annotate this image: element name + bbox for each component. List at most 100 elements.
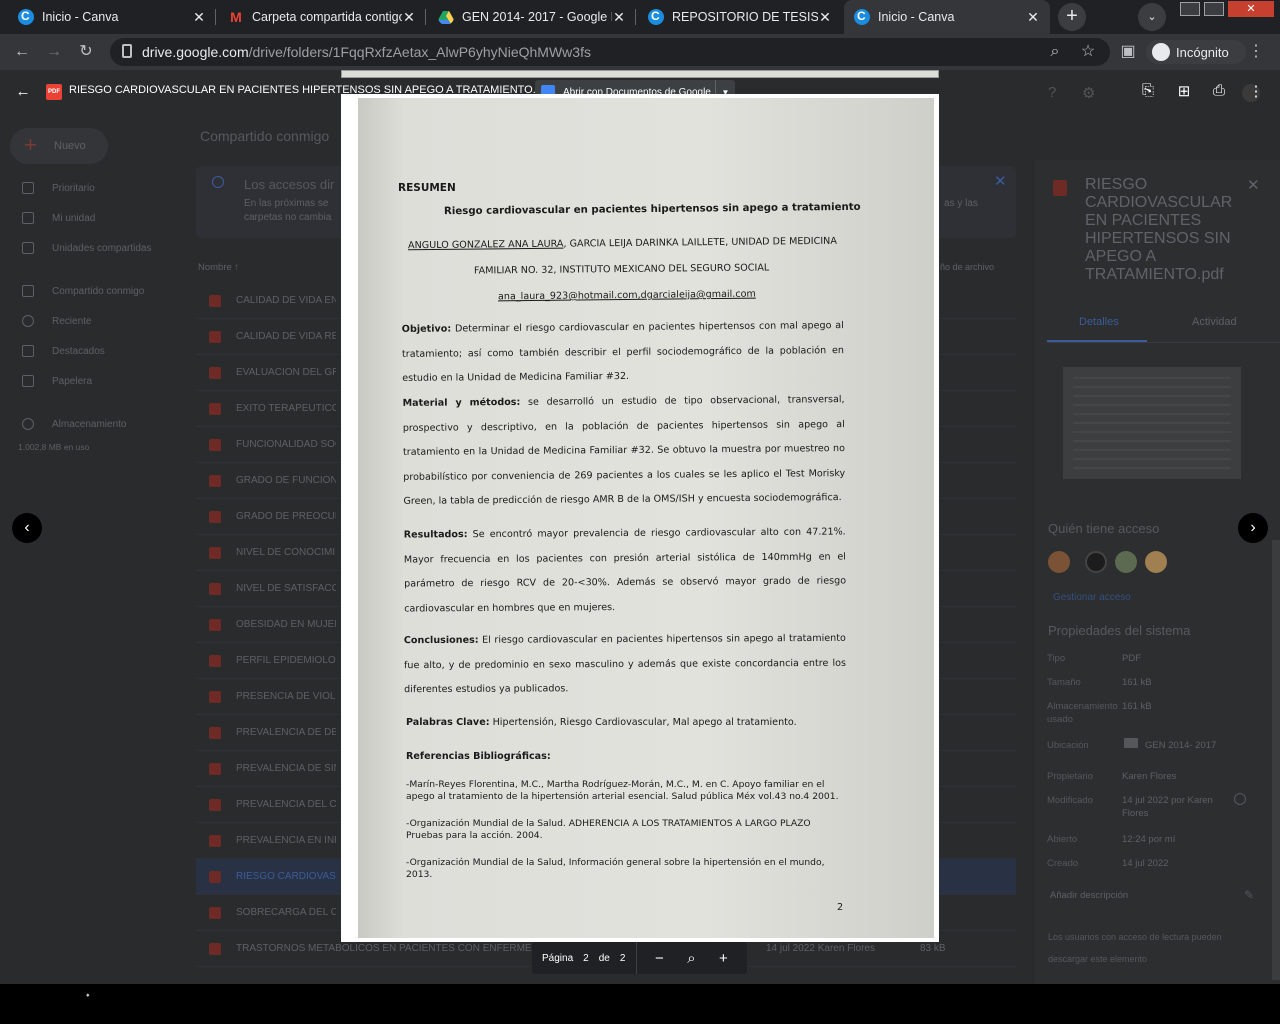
nav-item-papelera[interactable]: Papelera [22, 375, 92, 387]
zoom-in-button[interactable]: + [712, 950, 734, 967]
pdf-file-icon [209, 763, 221, 775]
zoom-out-button[interactable]: − [648, 950, 670, 967]
add-comment-icon[interactable]: ⊞ [1173, 82, 1195, 100]
nav-item-compartido-conmigo[interactable]: Compartido conmigo [22, 285, 144, 297]
doc-objetivo: Objetivo: Determinar el riesgo cardiovas… [402, 314, 845, 391]
print-icon[interactable]: ⎙ [1208, 82, 1230, 99]
close-icon[interactable]: ✕ [192, 9, 206, 26]
pdf-file-icon [209, 295, 221, 307]
browser-tab[interactable]: Inicio - Canva ✕ [8, 0, 216, 34]
url-host: drive.google.com [142, 44, 249, 60]
tab-search-button[interactable]: ⌄ [1138, 3, 1166, 31]
close-icon[interactable]: ✕ [1026, 9, 1040, 26]
doc-material: Material y métodos: se desarrolló un est… [402, 388, 846, 514]
property-label: Abierto [1047, 834, 1078, 845]
zoom-icon[interactable]: ⌕ [1043, 42, 1067, 62]
property-value: 14 jul 2022 por Karen Flores [1122, 795, 1213, 819]
browser-tab[interactable]: M Carpeta compartida contigo ✕ [218, 0, 426, 34]
tab-activity[interactable]: Actividad [1192, 316, 1237, 328]
nav-label: Papelera [52, 375, 93, 387]
zoom-icon[interactable]: ⌕ [680, 950, 702, 967]
avatar[interactable] [1145, 551, 1167, 573]
close-window-button[interactable]: ✕ [1228, 1, 1274, 17]
add-description[interactable]: Añadir descripción [1050, 890, 1128, 901]
address-bar[interactable]: drive.google.com/drive/folders/1FqqRxfzA… [110, 38, 1110, 66]
nav-item-reciente[interactable]: Reciente [22, 315, 91, 327]
nav-item-unidades-compartidas[interactable]: Unidades compartidas [22, 242, 152, 254]
pdf-file-icon [209, 871, 221, 883]
nav-item-destacados[interactable]: Destacados [22, 345, 105, 357]
property-value: Karen Flores [1122, 771, 1177, 782]
doc-reference: -Organización Mundial de la Salud, Infor… [406, 857, 825, 880]
page-current-input[interactable]: 2 [583, 953, 589, 964]
forward-icon[interactable]: → [42, 42, 66, 62]
history-icon[interactable] [1234, 793, 1246, 805]
banner-text: En las próximas se [244, 198, 329, 209]
reload-icon[interactable]: ↻ [74, 42, 98, 62]
avatar[interactable] [1048, 551, 1070, 573]
nav-label: Destacados [52, 345, 105, 357]
nav-item-prioritario[interactable]: Prioritario [22, 182, 95, 194]
banner-close-icon[interactable]: ✕ [994, 172, 1007, 190]
file-name: EXITO TERAPEUTICO C [236, 403, 336, 414]
property-label: Propietario [1047, 771, 1093, 782]
close-icon[interactable]: ✕ [612, 9, 626, 26]
file-name: PERFIL EPIDEMIOLOGI [236, 655, 336, 666]
bookmark-star-icon[interactable]: ☆ [1076, 42, 1100, 62]
chevron-left-icon: ‹ [24, 519, 30, 536]
pdf-file-icon [209, 943, 221, 955]
pdf-file-icon [209, 799, 221, 811]
tab-details[interactable]: Detalles [1079, 316, 1119, 328]
incognito-indicator[interactable]: Incógnito [1146, 40, 1246, 64]
help-icon[interactable]: ? [1048, 84, 1056, 101]
browser-tab-active[interactable]: Inicio - Canva ✕ [844, 0, 1050, 34]
doc-palabras-text: Hipertensión, Riesgo Cardiovascular, Mal… [489, 717, 797, 728]
scrollbar[interactable] [1272, 540, 1280, 980]
settings-gear-icon[interactable]: ⚙ [1082, 84, 1095, 102]
previous-file-button[interactable]: ‹ [12, 513, 42, 543]
column-name-header[interactable]: Nombre ↑ [198, 262, 239, 273]
browser-tab[interactable]: REPOSITORIO DE TESIS UM ✕ [638, 0, 842, 34]
tab-label: Carpeta compartida contigo [252, 10, 402, 24]
manage-access-link[interactable]: Gestionar acceso [1053, 592, 1131, 603]
back-icon[interactable]: ← [10, 42, 34, 62]
next-file-button[interactable]: › [1238, 513, 1268, 543]
new-button[interactable]: + Nuevo [10, 128, 108, 164]
restore-button[interactable] [1204, 2, 1224, 16]
file-thumbnail [1063, 367, 1241, 479]
pencil-icon[interactable]: ✎ [1244, 888, 1254, 902]
nav-label: Prioritario [52, 182, 95, 194]
nav-item-mi-unidad[interactable]: Mi unidad [22, 212, 95, 224]
browser-tab[interactable]: GEN 2014- 2017 - Google D ✕ [428, 0, 636, 34]
close-icon[interactable]: ✕ [402, 9, 416, 26]
column-size-header[interactable]: ño de archivo [940, 262, 994, 272]
doc-page-number: 2 [837, 902, 844, 913]
property-value: 12:24 por mí [1122, 834, 1176, 845]
avatar[interactable] [1085, 551, 1107, 573]
minimize-button[interactable] [1180, 2, 1200, 16]
doc-authors-rest: , GARCIA LEIJA DARINKA LAILLETE, UNIDAD … [563, 235, 837, 250]
more-options-icon[interactable]: ⋮ [1245, 82, 1267, 100]
new-tab-button[interactable]: + [1058, 3, 1086, 31]
side-panel-icon[interactable]: ▣ [1116, 42, 1140, 62]
nav-item-almacenamiento[interactable]: Almacenamiento [22, 418, 126, 430]
divider [1047, 342, 1280, 343]
file-name: PREVALENCIA EN INFE [236, 835, 336, 846]
property-value: PDF [1122, 653, 1141, 664]
file-name: GRADO DE PREOCUPAC [236, 511, 336, 522]
pdf-file-icon [209, 727, 221, 739]
file-name: PREVALENCIA DE SINT [236, 763, 336, 774]
browser-menu-icon[interactable]: ⋮ [1244, 42, 1268, 62]
doc-affiliation: FAMILIAR NO. 32, INSTITUTO MEXICANO DEL … [473, 262, 770, 277]
pdf-file-icon [209, 331, 221, 343]
back-arrow-icon[interactable]: ← [12, 83, 34, 100]
incognito-icon [1152, 43, 1170, 61]
add-to-drive-icon[interactable]: ⎘ [1137, 82, 1159, 99]
details-close-icon[interactable]: ✕ [1247, 176, 1260, 194]
check-icon [22, 182, 34, 194]
doc-objetivo-text: Determinar el riesgo cardiovascular en p… [401, 320, 845, 384]
avatar[interactable] [1115, 551, 1137, 573]
incognito-label: Incógnito [1176, 44, 1229, 60]
page-total: 2 [619, 952, 626, 964]
close-icon[interactable]: ✕ [818, 9, 832, 26]
